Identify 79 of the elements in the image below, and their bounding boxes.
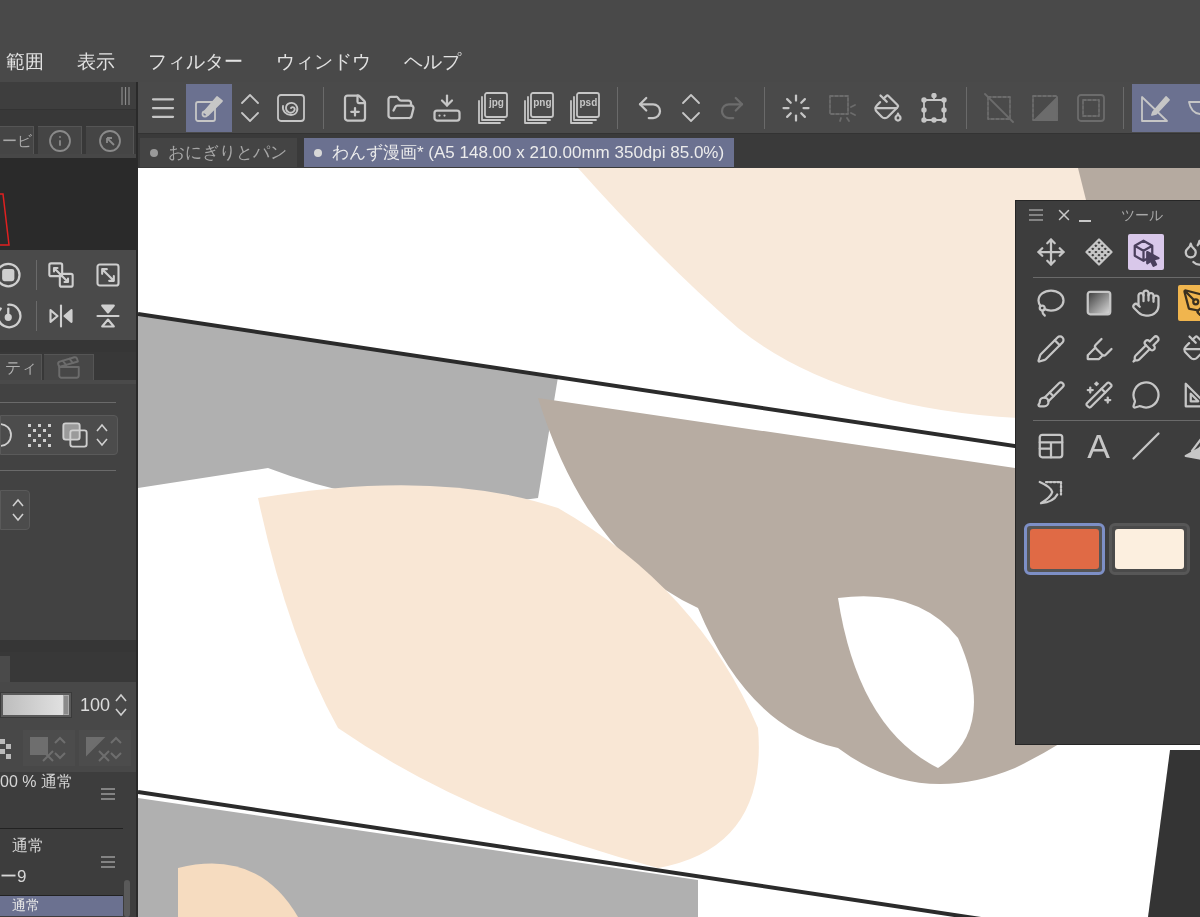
layer-text: 00 % 通常	[0, 774, 73, 790]
clapperboard-icon	[55, 354, 82, 381]
menu-item[interactable]: フィルター	[148, 51, 243, 71]
color-swatch-button[interactable]	[1109, 523, 1190, 575]
panel-tab[interactable]	[38, 126, 82, 154]
layer-text: 通常	[12, 898, 40, 912]
clip-mask-button[interactable]	[23, 730, 75, 766]
line-icon	[1131, 431, 1162, 461]
file-stack-icon	[569, 90, 602, 125]
bowl-icon	[1188, 99, 1200, 116]
menu-item[interactable]: ウィンドウ	[276, 51, 371, 71]
dot-grid-icon	[27, 423, 51, 447]
toolbar-button[interactable]: jpg	[470, 83, 517, 132]
layer-text: 通常	[12, 838, 44, 854]
menu-item[interactable]: ヘルプ	[404, 51, 461, 71]
spin-box[interactable]	[0, 490, 30, 530]
paint-bucket-icon	[873, 92, 904, 123]
file-stack-icon	[477, 90, 510, 125]
dashed-frame-icon	[1075, 92, 1106, 123]
chevron-up-down-icon[interactable]	[114, 691, 129, 719]
menu-icon[interactable]	[1029, 209, 1043, 221]
brush-tip-selector[interactable]	[0, 415, 118, 455]
panel-tab[interactable]: ティ	[0, 354, 42, 380]
droplets-icon	[1182, 237, 1200, 267]
eyedropper-icon	[1131, 334, 1162, 364]
chevron-up-down-icon	[11, 496, 25, 524]
cube-cursor-icon	[1131, 237, 1162, 267]
layer-row[interactable]: 通常	[0, 896, 123, 916]
document-tab[interactable]: おにぎりとパン	[140, 138, 297, 167]
diamond-grid-icon	[1083, 237, 1114, 267]
toolbar-button[interactable]	[1178, 83, 1200, 132]
lasso-icon	[1035, 288, 1066, 318]
toolbar-button[interactable]	[1132, 83, 1179, 132]
layer-text: ー9	[0, 868, 28, 885]
scrollbar[interactable]	[124, 880, 130, 917]
cursor-circle-icon	[97, 128, 122, 153]
info-icon	[47, 128, 72, 153]
grip-icon[interactable]	[121, 86, 130, 105]
toolbar-button[interactable]	[186, 83, 232, 132]
menu-icon[interactable]	[101, 788, 115, 800]
layer-row[interactable]: 00 % 通常	[0, 772, 123, 829]
brush-icon	[1035, 380, 1066, 410]
sparkle-wand-icon	[1083, 380, 1114, 410]
tray-download-icon	[432, 92, 463, 123]
opacity-value: 100	[80, 696, 111, 714]
view-frame-icon	[0, 193, 10, 247]
triangle-ruler-icon	[1182, 380, 1200, 410]
chevron-up-down-icon	[95, 421, 109, 449]
checker-icon[interactable]	[0, 737, 12, 759]
toolbar-button[interactable]: png	[516, 83, 563, 132]
color-swatch-button[interactable]	[1024, 523, 1105, 575]
panel-tab[interactable]	[86, 126, 134, 154]
transform-square-icon	[919, 92, 950, 123]
overlap-squares-icon	[61, 421, 89, 449]
menu-item[interactable]: 範囲	[6, 51, 44, 71]
move-arrows-icon	[1035, 237, 1066, 267]
toolbar-button[interactable]: psd	[562, 83, 609, 132]
document-tab[interactable]: わんず漫画* (A5 148.00 x 210.00mm 350dpi 85.0%)	[304, 138, 735, 167]
menu-icon[interactable]	[101, 856, 115, 868]
radial-dashes-icon	[781, 92, 812, 123]
slider-thumb[interactable]	[63, 695, 69, 715]
tool-button[interactable]	[1178, 285, 1200, 321]
hand-icon	[1131, 288, 1162, 318]
panel-tab[interactable]: ービ	[0, 126, 34, 154]
speech-bubble-icon	[1131, 380, 1162, 410]
expand-square-icon[interactable]	[93, 260, 122, 289]
pen-nib-icon	[1182, 288, 1200, 318]
tool-button[interactable]: A	[1080, 428, 1117, 464]
dashed-square-slash-icon	[983, 92, 1014, 123]
palette-title: ツール	[1121, 208, 1163, 222]
menu-item[interactable]: 表示	[77, 51, 115, 71]
fit-squares-icon[interactable]	[46, 260, 75, 289]
dot-icon	[150, 148, 158, 157]
spiral-square-icon	[276, 92, 306, 123]
tool-button[interactable]	[1128, 234, 1165, 270]
dashed-square-icon	[827, 92, 858, 123]
pencil-icon	[1035, 334, 1066, 364]
file-stack-icon	[523, 90, 556, 125]
dot-icon	[314, 148, 322, 157]
